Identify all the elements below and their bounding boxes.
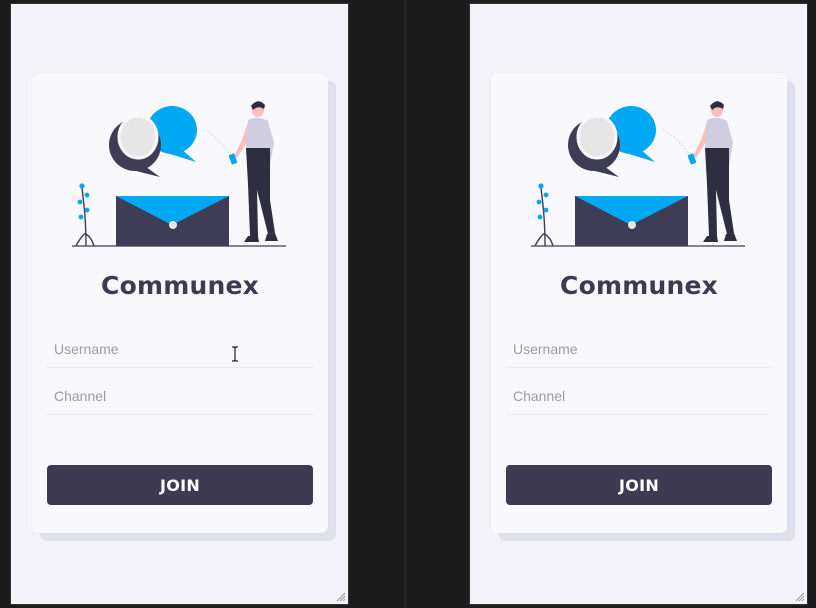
join-button[interactable]: JOIN	[47, 465, 313, 505]
chat-illustration	[72, 101, 286, 247]
username-input[interactable]	[47, 331, 313, 367]
resize-grip-icon[interactable]	[793, 590, 805, 602]
join-button[interactable]: JOIN	[506, 465, 772, 505]
login-card: Communex JOIN	[32, 73, 328, 533]
username-field[interactable]	[506, 331, 772, 368]
app-title: Communex	[560, 271, 718, 300]
plant-illustration	[534, 183, 554, 247]
channel-field[interactable]	[47, 378, 313, 415]
person-with-phone-illustration	[228, 101, 278, 242]
username-input[interactable]	[506, 331, 772, 367]
app-window-right: Communex JOIN	[469, 3, 808, 605]
chat-illustration	[531, 101, 745, 247]
text-cursor-icon	[232, 346, 238, 362]
resize-grip-icon[interactable]	[334, 590, 346, 602]
app-title: Communex	[101, 271, 259, 300]
desktop-background: Communex JOIN	[0, 0, 816, 608]
channel-input[interactable]	[47, 378, 313, 414]
chat-bubbles-illustration	[568, 106, 656, 177]
login-card: Communex JOIN	[491, 73, 787, 533]
envelope-illustration	[575, 196, 688, 246]
app-window-left: Communex JOIN	[10, 3, 349, 605]
window-divider	[404, 0, 406, 608]
username-field[interactable]	[47, 331, 313, 368]
person-with-phone-illustration	[687, 101, 737, 242]
plant-illustration	[75, 183, 95, 247]
channel-input[interactable]	[506, 378, 772, 414]
chat-bubbles-illustration	[109, 106, 197, 177]
channel-field[interactable]	[506, 378, 772, 415]
envelope-illustration	[116, 196, 229, 246]
